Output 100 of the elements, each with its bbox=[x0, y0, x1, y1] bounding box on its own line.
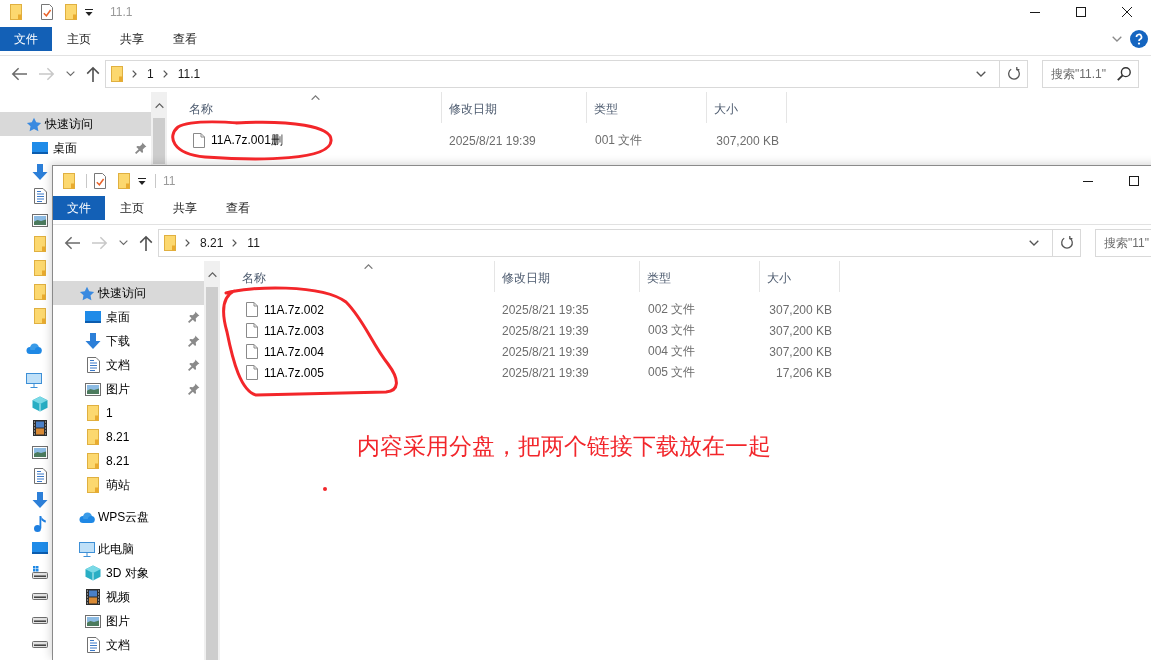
file-name[interactable]: 11A.7z.003 bbox=[264, 323, 324, 338]
column-header[interactable]: 大小 bbox=[707, 92, 787, 123]
nav-item[interactable]: 1 bbox=[85, 401, 113, 425]
search-field[interactable]: 搜索"11.1" bbox=[1042, 60, 1139, 88]
nav-item[interactable]: 文档 bbox=[53, 353, 204, 377]
chevron-right-icon[interactable] bbox=[132, 70, 137, 78]
pin-icon[interactable] bbox=[188, 359, 200, 371]
column-header[interactable]: 修改日期 bbox=[495, 261, 640, 292]
pin-icon[interactable] bbox=[135, 142, 147, 154]
search-field[interactable]: 搜索"11" bbox=[1095, 229, 1151, 257]
minimize-icon[interactable] bbox=[1030, 11, 1040, 13]
chevron-down-icon[interactable] bbox=[119, 240, 128, 246]
nav-item[interactable]: 3D 对象 bbox=[85, 561, 149, 585]
column-header[interactable]: 类型 bbox=[640, 261, 760, 292]
drive-icon bbox=[32, 616, 48, 624]
modified-date: 2025/8/21 19:35 bbox=[502, 302, 589, 317]
refresh-button[interactable] bbox=[1000, 60, 1028, 88]
address-bar[interactable]: 8.21 11 bbox=[158, 229, 1053, 257]
chevron-right-icon[interactable] bbox=[162, 70, 168, 78]
chevron-right-icon[interactable] bbox=[185, 239, 190, 247]
ribbon-tab[interactable]: 主页 bbox=[105, 196, 158, 220]
chevron-up-icon[interactable] bbox=[154, 103, 164, 109]
help-icon[interactable] bbox=[1130, 30, 1148, 48]
file-name[interactable]: 11A.7z.005 bbox=[264, 365, 324, 380]
file-size: 307,200 KB bbox=[716, 133, 779, 148]
chevron-down-icon[interactable] bbox=[1029, 240, 1039, 246]
folder-icon bbox=[34, 236, 46, 252]
column-header[interactable]: 修改日期 bbox=[442, 92, 587, 123]
file-name[interactable]: 11A.7z.001删 bbox=[211, 132, 283, 149]
folder-icon bbox=[87, 429, 99, 445]
nav-item[interactable]: 下载 bbox=[53, 329, 204, 353]
checkmark-document-icon[interactable] bbox=[41, 4, 53, 20]
computer-icon bbox=[79, 541, 95, 557]
column-header[interactable]: 名称 bbox=[167, 92, 442, 123]
close-icon[interactable] bbox=[1122, 7, 1132, 17]
chevron-down-icon[interactable] bbox=[66, 71, 75, 77]
pin-icon[interactable] bbox=[188, 383, 200, 395]
nav-item[interactable]: 图片 bbox=[53, 377, 204, 401]
chevron-down-icon[interactable] bbox=[1112, 36, 1122, 42]
breadcrumb[interactable]: 1 bbox=[147, 67, 154, 81]
drive-icon bbox=[32, 640, 48, 648]
file-name[interactable]: 11A.7z.004 bbox=[264, 344, 324, 359]
nav-item[interactable]: WPS云盘 bbox=[79, 505, 150, 529]
ribbon-tab[interactable]: 共享 bbox=[158, 196, 211, 220]
ribbon-tab[interactable]: 共享 bbox=[105, 27, 158, 51]
address-bar[interactable]: 1 11.1 bbox=[105, 60, 1000, 88]
nav-item[interactable]: 8.21 bbox=[85, 425, 130, 449]
chevron-right-icon[interactable] bbox=[232, 239, 238, 247]
chevron-up-icon[interactable] bbox=[207, 272, 217, 278]
nav-item[interactable]: 桌面 bbox=[0, 136, 151, 160]
breadcrumb[interactable]: 11.1 bbox=[177, 67, 201, 81]
up-arrow-icon[interactable] bbox=[139, 235, 153, 251]
column-header[interactable]: 大小 bbox=[760, 261, 840, 292]
file-menu-tab[interactable]: 文件 bbox=[0, 27, 52, 51]
down-arrow-icon bbox=[85, 333, 101, 349]
picture-icon bbox=[32, 213, 48, 227]
nav-item[interactable]: 8.21 bbox=[85, 449, 130, 473]
column-header[interactable]: 类型 bbox=[587, 92, 707, 123]
checkmark-document-icon[interactable] bbox=[94, 173, 106, 189]
nav-item[interactable]: 此电脑 bbox=[79, 537, 134, 561]
nav-item[interactable]: 快速访问 bbox=[53, 281, 204, 305]
back-arrow-icon[interactable] bbox=[64, 236, 80, 250]
film-icon bbox=[33, 420, 47, 436]
nav-item[interactable]: 视频 bbox=[85, 585, 130, 609]
breadcrumb[interactable]: 8.21 bbox=[200, 236, 224, 250]
file-size: 307,200 KB bbox=[769, 344, 832, 359]
up-arrow-icon[interactable] bbox=[86, 66, 100, 82]
nav-item[interactable]: 桌面 bbox=[53, 305, 204, 329]
nav-item[interactable]: 文档 bbox=[85, 633, 130, 657]
window-title: 11.1 bbox=[110, 5, 133, 19]
nav-item[interactable]: 快速访问 bbox=[0, 112, 151, 136]
file-menu-tab[interactable]: 文件 bbox=[53, 196, 105, 220]
file-icon bbox=[193, 133, 205, 148]
file-name[interactable]: 11A.7z.002 bbox=[264, 302, 324, 317]
pin-icon[interactable] bbox=[188, 335, 200, 347]
cloud-icon bbox=[26, 342, 42, 354]
search-icon[interactable] bbox=[1117, 67, 1131, 81]
ribbon-tab[interactable]: 主页 bbox=[52, 27, 105, 51]
scrollbar-thumb[interactable] bbox=[206, 287, 218, 660]
refresh-button[interactable] bbox=[1053, 229, 1081, 257]
computer-icon bbox=[26, 372, 42, 388]
ribbon-tab[interactable]: 查看 bbox=[158, 27, 211, 51]
nav-item[interactable]: 萌站 bbox=[85, 473, 130, 497]
breadcrumb[interactable]: 11 bbox=[247, 236, 260, 250]
refresh-icon[interactable] bbox=[1059, 236, 1074, 250]
column-header[interactable]: 名称 bbox=[220, 261, 495, 292]
dropdown-arrow-icon[interactable] bbox=[138, 177, 146, 185]
ribbon-tab[interactable]: 查看 bbox=[211, 196, 264, 220]
music-note-icon bbox=[34, 516, 46, 532]
scrollbar-thumb[interactable] bbox=[153, 118, 165, 164]
back-arrow-icon[interactable] bbox=[11, 67, 27, 81]
chevron-down-icon[interactable] bbox=[976, 71, 986, 77]
refresh-icon[interactable] bbox=[1006, 67, 1021, 81]
file-type: 003 文件 bbox=[648, 322, 696, 339]
pin-icon[interactable] bbox=[188, 311, 200, 323]
dropdown-arrow-icon[interactable] bbox=[85, 8, 93, 16]
nav-item[interactable]: 图片 bbox=[85, 609, 130, 633]
maximize-icon[interactable] bbox=[1076, 7, 1086, 17]
maximize-icon[interactable] bbox=[1129, 176, 1139, 186]
minimize-icon[interactable] bbox=[1083, 180, 1093, 182]
